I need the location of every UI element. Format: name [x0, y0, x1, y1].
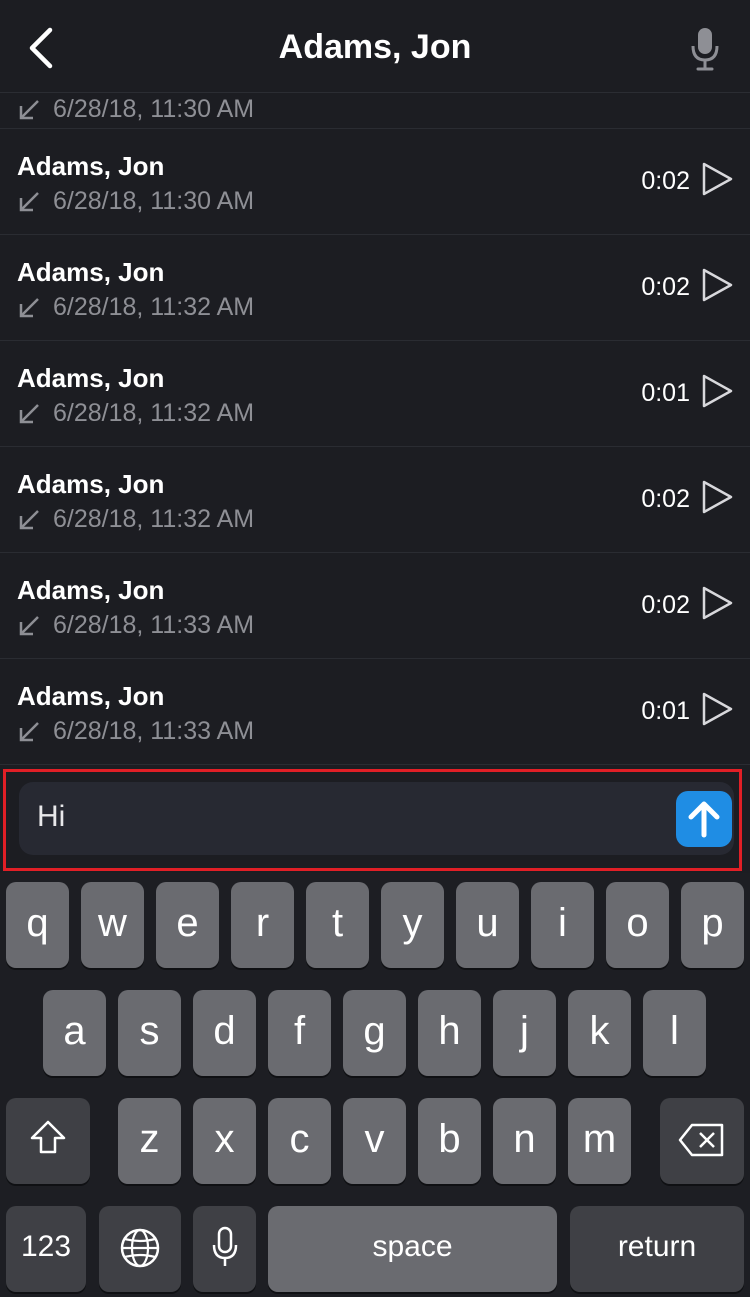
- key-o[interactable]: o: [606, 882, 669, 968]
- incoming-arrow-icon: [19, 192, 39, 212]
- message-duration: 0:02: [641, 485, 690, 513]
- list-item[interactable]: Adams, Jon 6/28/18, 11:33 AM 0:02: [0, 553, 750, 659]
- key-p[interactable]: p: [681, 882, 744, 968]
- list-item[interactable]: 6/28/18, 11:30 AM: [0, 93, 750, 129]
- play-icon[interactable]: [700, 267, 734, 303]
- list-item[interactable]: Adams, Jon 6/28/18, 11:32 AM 0:02: [0, 447, 750, 553]
- key-w[interactable]: w: [81, 882, 144, 968]
- shift-key[interactable]: [6, 1098, 90, 1184]
- message-time: 6/28/18, 11:33 AM: [53, 611, 255, 639]
- microphone-icon[interactable]: [690, 26, 720, 72]
- caller-name: Adams, Jon: [17, 257, 165, 287]
- list-item[interactable]: Adams, Jon 6/28/18, 11:32 AM 0:02: [0, 235, 750, 341]
- incoming-arrow-icon: [19, 510, 39, 530]
- return-key[interactable]: return: [570, 1206, 744, 1292]
- microphone-icon: [212, 1226, 237, 1266]
- key-h[interactable]: h: [418, 990, 481, 1076]
- caller-name: Adams, Jon: [17, 575, 165, 605]
- message-time: 6/28/18, 11:30 AM: [53, 95, 255, 123]
- key-z[interactable]: z: [118, 1098, 181, 1184]
- key-g[interactable]: g: [343, 990, 406, 1076]
- incoming-arrow-icon: [19, 722, 39, 742]
- play-icon[interactable]: [700, 691, 734, 727]
- key-d[interactable]: d: [193, 990, 256, 1076]
- key-l[interactable]: l: [643, 990, 706, 1076]
- key-a[interactable]: a: [43, 990, 106, 1076]
- message-time: 6/28/18, 11:30 AM: [53, 187, 255, 215]
- play-icon[interactable]: [700, 161, 734, 197]
- send-button[interactable]: [676, 791, 732, 847]
- message-time: 6/28/18, 11:32 AM: [53, 399, 255, 427]
- key-v[interactable]: v: [343, 1098, 406, 1184]
- globe-icon: [120, 1228, 160, 1268]
- key-i[interactable]: i: [531, 882, 594, 968]
- nav-header: Adams, Jon: [0, 0, 750, 93]
- message-duration: 0:02: [641, 273, 690, 301]
- incoming-arrow-icon: [19, 404, 39, 424]
- numbers-key[interactable]: 123: [6, 1206, 86, 1292]
- backspace-key[interactable]: [660, 1098, 744, 1184]
- caller-name: Adams, Jon: [17, 681, 165, 711]
- compose-bar-highlight: Hi: [3, 769, 742, 871]
- keyboard: qwertyuiop asdfghjkl zxcvbnm 123 space ret…: [0, 873, 750, 1297]
- key-x[interactable]: x: [193, 1098, 256, 1184]
- incoming-arrow-icon: [19, 100, 39, 120]
- key-f[interactable]: f: [268, 990, 331, 1076]
- page-title: Adams, Jon: [278, 28, 472, 66]
- globe-key[interactable]: [99, 1206, 181, 1292]
- play-icon[interactable]: [700, 479, 734, 515]
- message-input-value[interactable]: Hi: [37, 800, 65, 834]
- play-icon[interactable]: [700, 585, 734, 621]
- message-duration: 0:02: [641, 167, 690, 195]
- dictation-key[interactable]: [193, 1206, 256, 1292]
- key-m[interactable]: m: [568, 1098, 631, 1184]
- key-c[interactable]: c: [268, 1098, 331, 1184]
- shift-icon: [30, 1120, 66, 1154]
- key-e[interactable]: e: [156, 882, 219, 968]
- message-input-field[interactable]: Hi: [19, 782, 734, 855]
- key-b[interactable]: b: [418, 1098, 481, 1184]
- voicemail-list[interactable]: 6/28/18, 11:30 AM Adams, Jon 6/28/18, 11:…: [0, 93, 750, 765]
- message-time: 6/28/18, 11:33 AM: [53, 717, 255, 745]
- key-t[interactable]: t: [306, 882, 369, 968]
- caller-name: Adams, Jon: [17, 151, 165, 181]
- key-y[interactable]: y: [381, 882, 444, 968]
- message-duration: 0:01: [641, 697, 690, 725]
- arrow-up-icon: [688, 801, 720, 838]
- message-duration: 0:01: [641, 379, 690, 407]
- key-s[interactable]: s: [118, 990, 181, 1076]
- list-item[interactable]: Adams, Jon 6/28/18, 11:32 AM 0:01: [0, 341, 750, 447]
- list-item[interactable]: Adams, Jon 6/28/18, 11:33 AM 0:01: [0, 659, 750, 765]
- key-q[interactable]: q: [6, 882, 69, 968]
- space-key[interactable]: space: [268, 1206, 557, 1292]
- list-item[interactable]: Adams, Jon 6/28/18, 11:30 AM 0:02: [0, 129, 750, 235]
- message-duration: 0:02: [641, 591, 690, 619]
- caller-name: Adams, Jon: [17, 469, 165, 499]
- backspace-icon: [678, 1123, 724, 1157]
- key-r[interactable]: r: [231, 882, 294, 968]
- key-n[interactable]: n: [493, 1098, 556, 1184]
- message-time: 6/28/18, 11:32 AM: [53, 293, 255, 321]
- play-icon[interactable]: [700, 373, 734, 409]
- key-j[interactable]: j: [493, 990, 556, 1076]
- incoming-arrow-icon: [19, 616, 39, 636]
- key-k[interactable]: k: [568, 990, 631, 1076]
- incoming-arrow-icon: [19, 298, 39, 318]
- caller-name: Adams, Jon: [17, 363, 165, 393]
- key-u[interactable]: u: [456, 882, 519, 968]
- message-time: 6/28/18, 11:32 AM: [53, 505, 255, 533]
